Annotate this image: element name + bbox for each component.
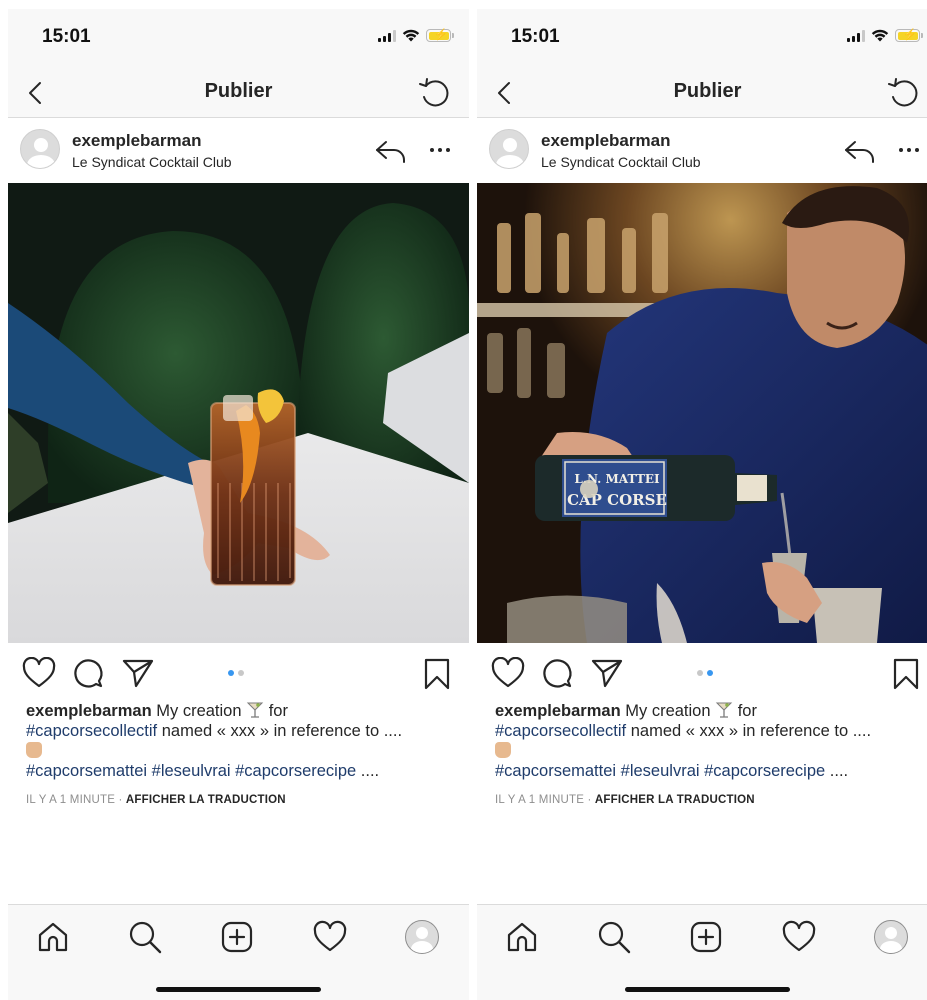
- tab-bar: [8, 904, 469, 1000]
- post-username[interactable]: exemplebarman: [72, 131, 201, 151]
- post-image-bartender[interactable]: L.N. MATTEI CAP CORSE: [477, 183, 927, 643]
- martini-glass-emoji: [246, 702, 264, 718]
- martini-glass-emoji: [715, 702, 733, 718]
- post-meta: IL Y A 1 MINUTE · AFFICHER LA TRADUCTION: [495, 794, 755, 806]
- profile-icon[interactable]: [405, 920, 439, 954]
- comment-icon[interactable]: [72, 657, 106, 691]
- comment-icon[interactable]: [541, 657, 575, 691]
- page-title: Publier: [673, 80, 742, 102]
- wifi-icon: [871, 29, 889, 42]
- home-indicator[interactable]: [156, 987, 321, 992]
- status-bar: 15:01 ⚡: [477, 9, 927, 67]
- caption-text: My creation: [625, 702, 711, 720]
- home-icon[interactable]: [36, 920, 70, 954]
- search-icon[interactable]: [128, 920, 162, 954]
- status-icons: ⚡: [378, 29, 454, 42]
- caption: exemplebarman My creation for #capcorsec…: [495, 701, 925, 781]
- battery-icon: ⚡: [426, 29, 454, 42]
- signal-icon: [378, 29, 396, 42]
- post-image-cocktail[interactable]: [8, 183, 469, 643]
- undo-icon[interactable]: [417, 75, 453, 111]
- hashtag-link[interactable]: #capcorsecollectif: [495, 722, 626, 740]
- status-time: 15:01: [42, 26, 91, 47]
- more-icon[interactable]: [899, 148, 919, 152]
- post-time: IL Y A 1 MINUTE: [26, 794, 116, 806]
- post-time: IL Y A 1 MINUTE: [495, 794, 585, 806]
- tab-bar: [477, 904, 927, 1000]
- status-time: 15:01: [511, 26, 560, 47]
- translate-link[interactable]: AFFICHER LA TRADUCTION: [595, 794, 755, 806]
- add-post-icon[interactable]: [220, 920, 254, 954]
- activity-icon[interactable]: [313, 920, 347, 954]
- translate-link[interactable]: AFFICHER LA TRADUCTION: [126, 794, 286, 806]
- meta-separator: ·: [118, 794, 123, 806]
- nav-bar: Publier: [8, 67, 469, 118]
- post-header: exemplebarman Le Syndicat Cocktail Club: [8, 119, 469, 183]
- post-location[interactable]: Le Syndicat Cocktail Club: [72, 154, 232, 170]
- hashtag-link[interactable]: #capcorserecipe: [235, 762, 356, 780]
- save-icon[interactable]: [892, 658, 920, 690]
- home-icon[interactable]: [505, 920, 539, 954]
- phone-screen-2: 15:01 ⚡ Publier exemplebarman Le Syndica…: [477, 9, 927, 1000]
- avatar[interactable]: [489, 129, 529, 169]
- avatar[interactable]: [20, 129, 60, 169]
- caption: exemplebarman My creation for #capcorsec…: [26, 701, 456, 781]
- like-icon[interactable]: [491, 657, 525, 689]
- caption-username[interactable]: exemplebarman: [495, 702, 621, 720]
- wifi-icon: [402, 29, 420, 42]
- hashtag-link[interactable]: #capcorserecipe: [704, 762, 825, 780]
- status-icons: ⚡: [847, 29, 923, 42]
- share-icon[interactable]: [121, 657, 155, 689]
- status-bar: 15:01 ⚡: [8, 9, 469, 67]
- caption-text: ....: [360, 762, 380, 780]
- battery-icon: ⚡: [895, 29, 923, 42]
- post-header: exemplebarman Le Syndicat Cocktail Club: [477, 119, 927, 183]
- page-title: Publier: [204, 80, 273, 102]
- hashtag-link[interactable]: #leseulvrai: [621, 762, 700, 780]
- caption-text: for: [268, 702, 288, 720]
- reply-icon[interactable]: [374, 137, 408, 165]
- hashtag-link[interactable]: #capcorsemattei: [495, 762, 616, 780]
- nav-bar: Publier: [477, 67, 927, 118]
- caption-text: for: [737, 702, 757, 720]
- raised-fist-emoji: [26, 742, 42, 758]
- caption-text: named « xxx » in reference to ....: [161, 722, 403, 740]
- add-post-icon[interactable]: [689, 920, 723, 954]
- home-indicator[interactable]: [625, 987, 790, 992]
- hashtag-link[interactable]: #capcorsecollectif: [26, 722, 157, 740]
- reply-icon[interactable]: [843, 137, 877, 165]
- signal-icon: [847, 29, 865, 42]
- caption-text: My creation: [156, 702, 242, 720]
- profile-icon[interactable]: [874, 920, 908, 954]
- carousel-dots: [228, 670, 244, 676]
- save-icon[interactable]: [423, 658, 451, 690]
- caption-username[interactable]: exemplebarman: [26, 702, 152, 720]
- search-icon[interactable]: [597, 920, 631, 954]
- post-meta: IL Y A 1 MINUTE · AFFICHER LA TRADUCTION: [26, 794, 286, 806]
- hashtag-link[interactable]: #capcorsemattei: [26, 762, 147, 780]
- like-icon[interactable]: [22, 657, 56, 689]
- carousel-dots: [697, 670, 713, 676]
- hashtag-link[interactable]: #leseulvrai: [152, 762, 231, 780]
- meta-separator: ·: [587, 794, 592, 806]
- raised-fist-emoji: [495, 742, 511, 758]
- caption-text: named « xxx » in reference to ....: [630, 722, 872, 740]
- caption-text: ....: [829, 762, 849, 780]
- phone-screen-1: 15:01 ⚡ Publier exemplebarman Le Syndica…: [8, 9, 469, 1000]
- share-icon[interactable]: [590, 657, 624, 689]
- activity-icon[interactable]: [782, 920, 816, 954]
- action-bar: [8, 651, 469, 701]
- undo-icon[interactable]: [886, 75, 922, 111]
- post-location[interactable]: Le Syndicat Cocktail Club: [541, 154, 701, 170]
- more-icon[interactable]: [430, 148, 450, 152]
- post-username[interactable]: exemplebarman: [541, 131, 670, 151]
- action-bar: [477, 651, 927, 701]
